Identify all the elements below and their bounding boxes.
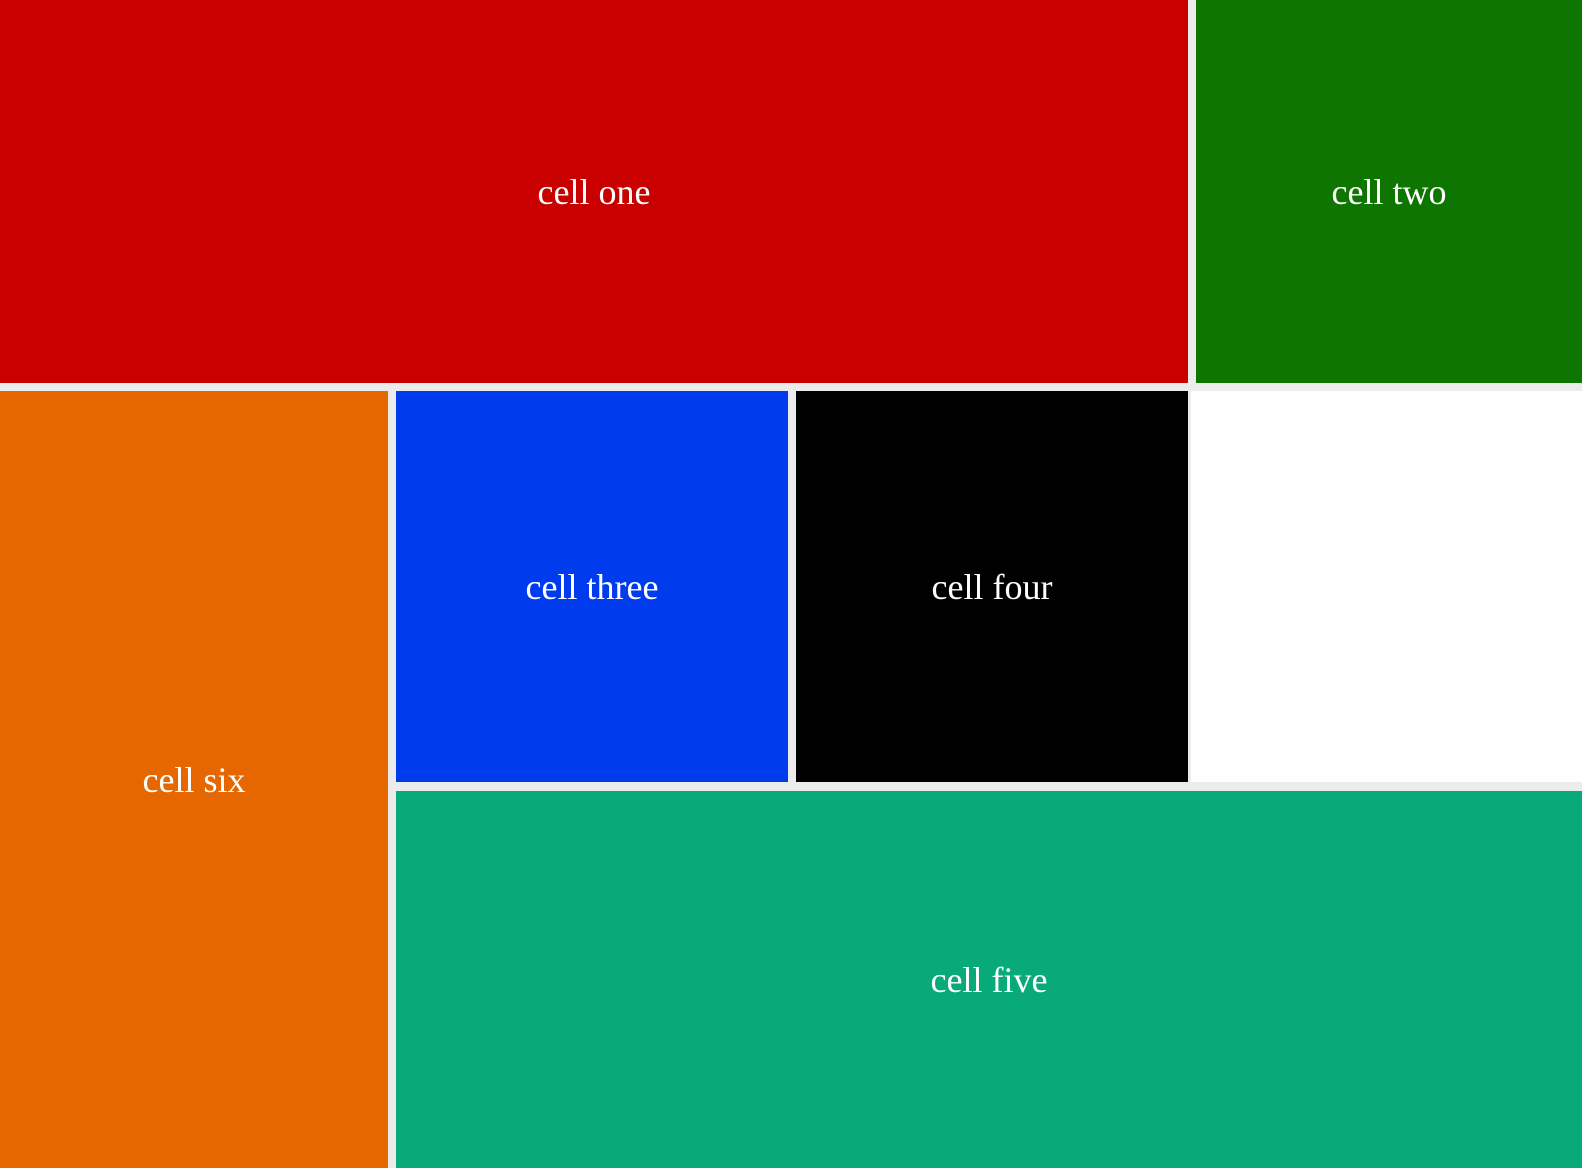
gutter bbox=[388, 391, 396, 1168]
cell-five: cell five bbox=[396, 791, 1582, 1168]
cell-six: cell six bbox=[0, 391, 388, 1168]
gutter bbox=[1188, 0, 1196, 383]
cell-three-label: cell three bbox=[525, 566, 659, 607]
cell-four-label: cell four bbox=[931, 566, 1053, 607]
cell-one: cell one bbox=[0, 0, 1188, 383]
gutter bbox=[788, 391, 796, 782]
grid-layout: cell one cell two cell six cell three ce… bbox=[0, 0, 1582, 1168]
cell-three: cell three bbox=[396, 391, 788, 782]
gutter bbox=[396, 782, 1582, 791]
gutter bbox=[0, 383, 1582, 391]
cell-six-label: cell six bbox=[142, 759, 246, 800]
cell-four: cell four bbox=[796, 391, 1188, 782]
cell-five-label: cell five bbox=[930, 959, 1048, 1000]
gutter bbox=[1188, 391, 1191, 782]
cell-two: cell two bbox=[1196, 0, 1582, 383]
cell-one-label: cell one bbox=[537, 171, 651, 212]
cell-two-label: cell two bbox=[1331, 171, 1447, 212]
